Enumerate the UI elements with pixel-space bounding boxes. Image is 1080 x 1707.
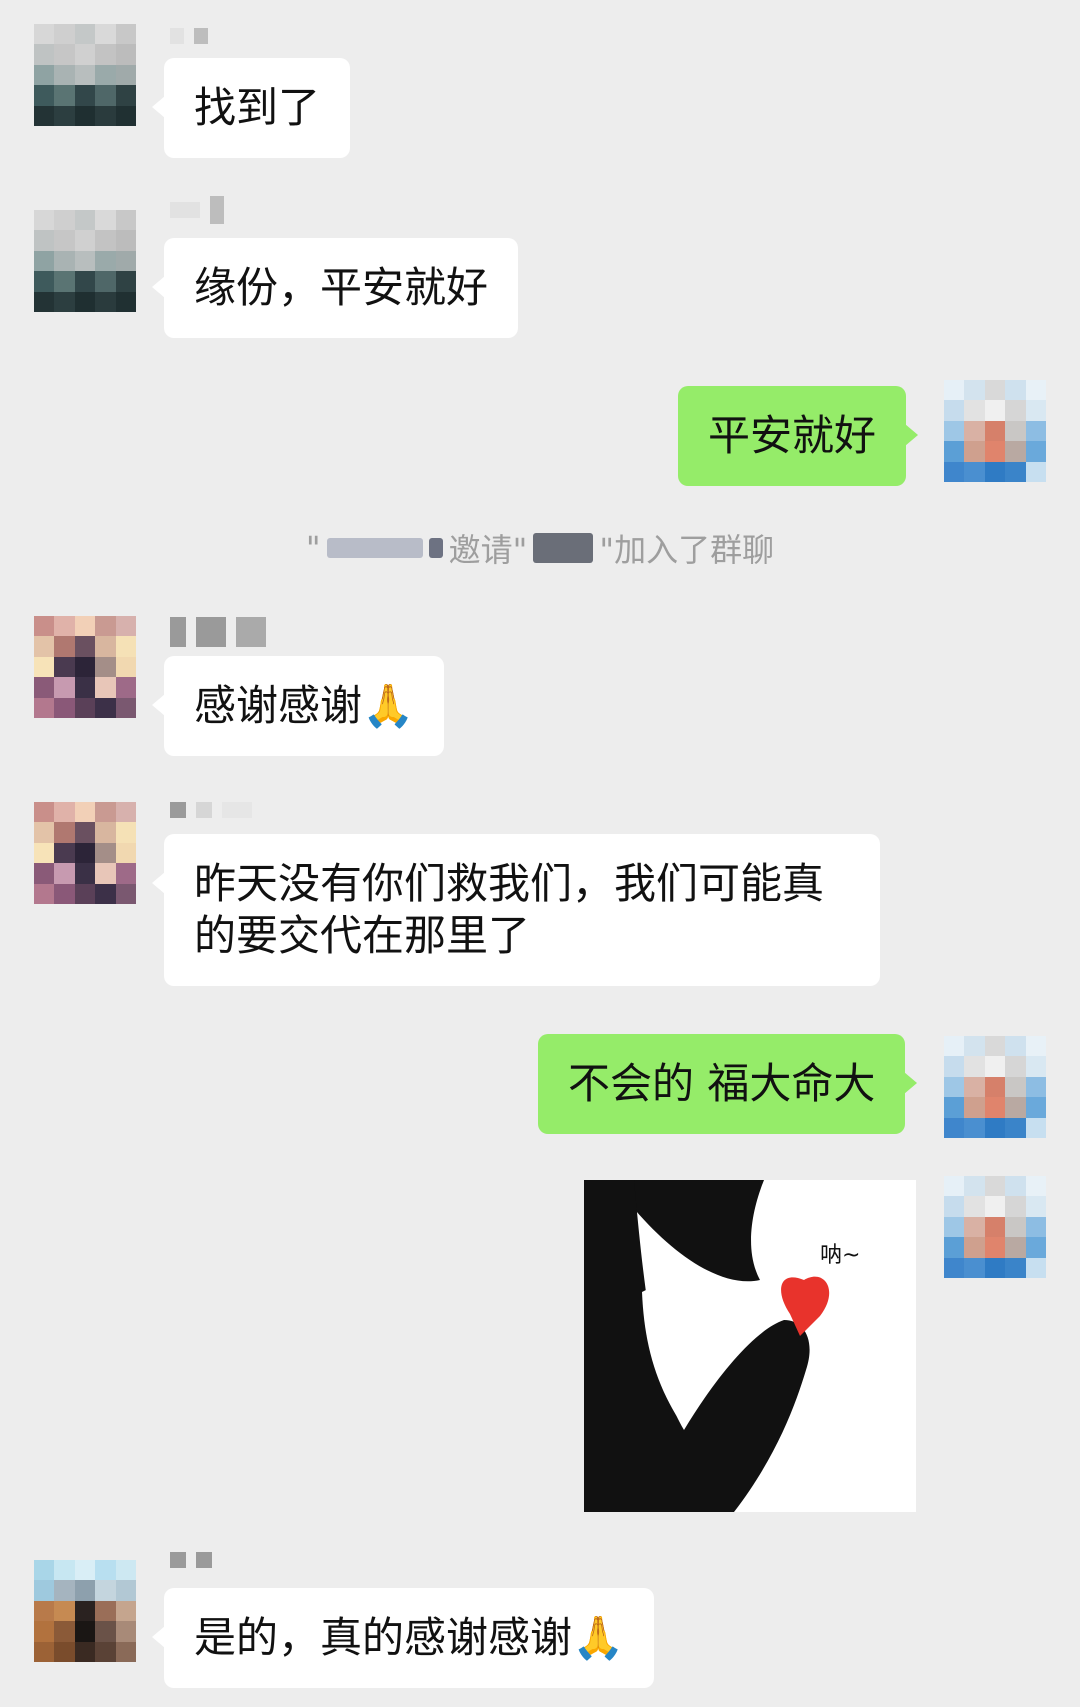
system-notice-invite: 邀请" bbox=[448, 531, 528, 569]
message-bubble[interactable]: 找到了 bbox=[151, 58, 351, 158]
message-bubble[interactable]: 昨天没有你们救我们，我们可能真 的要交代在那里了 bbox=[152, 834, 880, 986]
avatar[interactable] bbox=[34, 24, 136, 126]
system-notice: " 邀请" "加入了群聊 bbox=[0, 528, 1080, 569]
message-bubble[interactable]: 不会的 福大命大 bbox=[538, 1034, 918, 1134]
message-bubble[interactable]: 平安就好 bbox=[678, 386, 919, 486]
message-bubble[interactable]: 缘份，平安就好 bbox=[151, 238, 519, 338]
avatar[interactable] bbox=[944, 1036, 1046, 1138]
avatar[interactable] bbox=[34, 210, 136, 312]
sender-name bbox=[170, 26, 208, 46]
blurred-name bbox=[428, 538, 443, 558]
avatar[interactable] bbox=[944, 1176, 1046, 1278]
avatar[interactable] bbox=[34, 802, 136, 904]
avatar[interactable] bbox=[944, 380, 1046, 482]
blurred-name bbox=[533, 533, 594, 563]
sender-name bbox=[170, 617, 266, 647]
system-notice-joined: "加入了群聊 bbox=[599, 531, 775, 569]
avatar[interactable] bbox=[34, 1560, 136, 1662]
message-line: 的要交代在那里了 bbox=[194, 911, 531, 960]
message-line: 昨天没有你们救我们，我们可能真 bbox=[194, 859, 825, 908]
message-bubble[interactable]: 感谢感谢🙏 bbox=[151, 656, 445, 756]
sender-name bbox=[170, 1550, 212, 1570]
sticker-image[interactable]: 呐~ bbox=[584, 1180, 916, 1512]
sender-name bbox=[170, 196, 224, 224]
system-notice-quote: " bbox=[305, 529, 321, 567]
message-bubble[interactable]: 是的，真的感谢感谢🙏 bbox=[151, 1588, 655, 1688]
avatar[interactable] bbox=[34, 616, 136, 718]
sender-name bbox=[170, 800, 252, 820]
blurred-name bbox=[326, 538, 423, 558]
panda-heart-sticker: 呐~ bbox=[584, 1180, 860, 1512]
sticker-caption: 呐~ bbox=[820, 1243, 860, 1268]
